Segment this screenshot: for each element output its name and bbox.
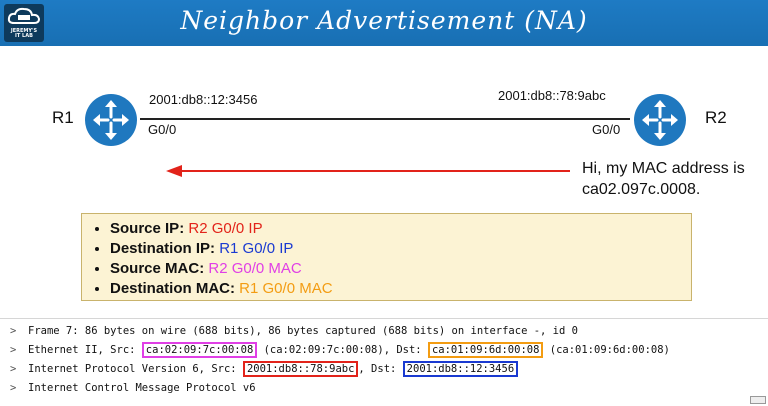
r2-message: Hi, my MAC address is ca02.097c.0008. — [582, 158, 745, 200]
router-r1-icon — [85, 94, 137, 146]
r1-r2-link — [140, 118, 630, 120]
expand-chevron-icon[interactable]: > — [10, 363, 16, 375]
message-line-2: ca02.097c.0008. — [582, 181, 701, 198]
list-item: Source IP: R2 G0/0 IP — [110, 219, 691, 239]
frame-row[interactable]: Frame 7: 86 bytes on wire (688 bits), 86… — [28, 325, 578, 337]
slide-header: JEREMY'S IT LAB Neighbor Advertisement (… — [0, 0, 768, 46]
resize-handle-icon[interactable] — [750, 396, 766, 404]
router-icon — [642, 100, 678, 140]
slide-title: Neighbor Advertisement (NA) — [180, 6, 588, 35]
dst-ip-highlight: 2001:db8::12:3456 — [402, 361, 519, 377]
na-direction-arrow — [180, 170, 570, 172]
r1-label: R1 — [52, 108, 74, 127]
ipv6-row[interactable]: Internet Protocol Version 6, Src: 2001:d… — [28, 361, 519, 377]
message-line-1: Hi, my MAC address is — [582, 160, 745, 177]
expand-chevron-icon[interactable]: > — [10, 325, 16, 337]
r2-label: R2 — [705, 108, 727, 127]
router-r2-icon — [634, 94, 686, 146]
expand-chevron-icon[interactable]: > — [10, 344, 16, 356]
ethernet-row[interactable]: Ethernet II, Src: ca:02:09:7c:00:08 (ca:… — [28, 342, 670, 358]
list-item: Destination MAC: R1 G0/0 MAC — [110, 279, 691, 299]
list-item: Source MAC: R2 G0/0 MAC — [110, 259, 691, 279]
router-icon — [93, 100, 129, 140]
expand-chevron-icon[interactable]: > — [10, 382, 16, 394]
list-item: Destination IP: R1 G0/0 IP — [110, 239, 691, 259]
r2-ipv6-address: 2001:db8::78:9abc — [498, 88, 606, 103]
src-ip-highlight: 2001:db8::78:9abc — [242, 361, 359, 377]
r2-interface: G0/0 — [592, 122, 621, 137]
r1-ipv6-address: 2001:db8::12:3456 — [149, 92, 258, 107]
src-mac-highlight: ca:02:09:7c:00:08 — [141, 342, 258, 358]
address-info-box: Source IP: R2 G0/0 IP Destination IP: R1… — [81, 213, 692, 301]
r1-interface: G0/0 — [148, 122, 177, 137]
packet-details-pane: > Frame 7: 86 bytes on wire (688 bits), … — [0, 318, 768, 406]
icmpv6-row[interactable]: Internet Control Message Protocol v6 — [28, 382, 256, 394]
dst-mac-highlight: ca:01:09:6d:00:08 — [427, 342, 544, 358]
